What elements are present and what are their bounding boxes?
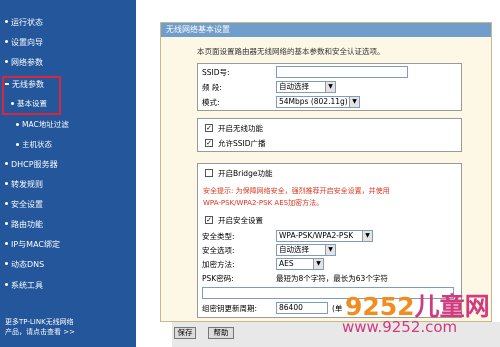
security-warning-line-2: WPA-PSK/WPA2-PSK AES加密方法。 bbox=[203, 199, 324, 207]
security-type-value: WPA-PSK/WPA2-PSK bbox=[279, 231, 354, 240]
sidebar-item-label: 设置向导 bbox=[11, 38, 43, 47]
bullet-icon bbox=[5, 60, 8, 63]
bullet-icon bbox=[5, 20, 8, 23]
encryption-label: 加密方法: bbox=[202, 260, 235, 269]
wireless-basic-settings-panel: 无线网络基本设置 本页面设置路由器无线网络的基本参数和安全认证选项。 SSID号… bbox=[160, 22, 492, 322]
group-key-renew-input[interactable]: 86400 bbox=[276, 302, 328, 314]
chevron-down-icon: ▼ bbox=[325, 82, 335, 92]
psk-hint: 最短为8个字符，最长为63个字符 bbox=[276, 274, 388, 283]
encryption-select[interactable]: AES ▼ bbox=[276, 258, 324, 270]
sidebar: 运行状态 设置向导 网络参数 无线参数 基本设置 MAC地址过滤 主机状态 DH… bbox=[0, 0, 136, 347]
mode-label: 模式: bbox=[202, 98, 220, 107]
bullet-icon bbox=[5, 242, 8, 245]
bullet-icon bbox=[5, 283, 8, 286]
security-warning-line-1: 安全提示: 为保障网络安全，强烈推荐开启安全设置，并使用 bbox=[203, 187, 390, 195]
group-key-renew-unit: (单 bbox=[332, 304, 343, 313]
group-key-renew-label: 组密钥更新周期: bbox=[202, 304, 258, 313]
ssid-broadcast-label: 允许SSID广播 bbox=[218, 139, 266, 148]
ssid-input[interactable] bbox=[276, 66, 408, 78]
sidebar-item-routing[interactable]: 路由功能 bbox=[5, 218, 43, 232]
selection-highlight bbox=[2, 76, 61, 115]
bullet-icon bbox=[5, 40, 8, 43]
enable-wireless-checkbox[interactable]: ✓ bbox=[205, 124, 213, 132]
sidebar-item-label: DHCP服务器 bbox=[11, 160, 58, 169]
sidebar-item-host-status[interactable]: 主机状态 bbox=[16, 138, 52, 152]
panel-title: 无线网络基本设置 bbox=[161, 23, 491, 37]
bullet-icon bbox=[5, 262, 8, 265]
ssid-broadcast-checkbox[interactable]: ✓ bbox=[205, 139, 213, 147]
sidebar-item-network[interactable]: 网络参数 bbox=[5, 56, 43, 70]
enable-security-checkbox[interactable]: ✓ bbox=[205, 216, 213, 224]
sidebar-item-label: 转发规则 bbox=[11, 180, 43, 189]
security-option-label: 安全选项: bbox=[202, 246, 235, 255]
help-button[interactable]: 帮助 bbox=[208, 327, 234, 339]
site-watermark-url: www.9252.com bbox=[342, 318, 458, 336]
enable-wireless-label: 开启无线功能 bbox=[218, 124, 263, 133]
bullet-icon bbox=[5, 182, 8, 185]
enable-security-label: 开启安全设置 bbox=[218, 216, 263, 225]
sidebar-item-setup-wizard[interactable]: 设置向导 bbox=[5, 36, 43, 50]
enable-bridge-checkbox[interactable] bbox=[205, 169, 213, 177]
sidebar-item-security[interactable]: 安全设置 bbox=[5, 198, 43, 212]
sidebar-promo-link[interactable]: 更多TP-LINK无线网络 产品，请点击查看 >> bbox=[5, 317, 133, 337]
sidebar-item-system-tools[interactable]: 系统工具 bbox=[5, 279, 43, 293]
enable-bridge-label: 开启Bridge功能 bbox=[218, 169, 273, 178]
bullet-icon bbox=[16, 122, 19, 126]
bullet-icon bbox=[5, 162, 8, 165]
sidebar-item-label: 网络参数 bbox=[11, 58, 43, 67]
security-option-value: 自动选择 bbox=[279, 245, 309, 254]
sidebar-item-status[interactable]: 运行状态 bbox=[5, 16, 43, 30]
sidebar-item-ip-mac-binding[interactable]: IP与MAC绑定 bbox=[5, 238, 60, 252]
bullet-icon bbox=[5, 222, 8, 225]
bullet-icon bbox=[16, 142, 19, 146]
chevron-down-icon: ▼ bbox=[362, 231, 372, 241]
sidebar-item-label: 路由功能 bbox=[11, 220, 43, 229]
mode-select[interactable]: 54Mbps (802.11g) ▼ bbox=[276, 96, 360, 108]
security-option-select[interactable]: 自动选择 ▼ bbox=[276, 244, 336, 256]
psk-label: PSK密码: bbox=[202, 274, 234, 283]
encryption-value: AES bbox=[279, 259, 294, 268]
sidebar-item-label: 运行状态 bbox=[11, 18, 43, 27]
channel-select-value: 自动选择 bbox=[279, 82, 309, 91]
panel-intro: 本页面设置路由器无线网络的基本参数和安全认证选项。 bbox=[197, 47, 385, 56]
watermark-suffix: 儿童网 bbox=[414, 292, 490, 321]
chevron-down-icon: ▼ bbox=[349, 97, 359, 107]
save-button[interactable]: 保存 bbox=[174, 327, 196, 339]
channel-label: 频 段: bbox=[202, 83, 222, 92]
basic-fields-box: SSID号: 频 段: 自动选择 ▼ 模式: 54Mbps (802.11g) … bbox=[197, 63, 462, 111]
sidebar-item-dhcp[interactable]: DHCP服务器 bbox=[5, 158, 58, 172]
sidebar-item-label: 主机状态 bbox=[22, 140, 52, 149]
watermark-digits: 9252 bbox=[345, 292, 415, 321]
promo-line-1: 更多TP-LINK无线网络 bbox=[5, 318, 74, 326]
sidebar-item-label: MAC地址过滤 bbox=[22, 120, 69, 129]
security-type-label: 安全类型: bbox=[202, 232, 235, 241]
bullet-icon bbox=[5, 202, 8, 205]
channel-select[interactable]: 自动选择 ▼ bbox=[276, 81, 336, 93]
sidebar-item-label: 系统工具 bbox=[11, 281, 43, 290]
wireless-toggles-box: ✓ 开启无线功能 ✓ 允许SSID广播 bbox=[197, 118, 462, 152]
sidebar-item-mac-filter[interactable]: MAC地址过滤 bbox=[16, 118, 69, 132]
security-type-select[interactable]: WPA-PSK/WPA2-PSK ▼ bbox=[276, 230, 373, 242]
ssid-label: SSID号: bbox=[202, 68, 230, 77]
mode-select-value: 54Mbps (802.11g) bbox=[279, 97, 348, 106]
chevron-down-icon: ▼ bbox=[313, 259, 323, 269]
promo-line-2: 产品，请点击查看 >> bbox=[5, 328, 75, 336]
chevron-down-icon: ▼ bbox=[325, 245, 335, 255]
sidebar-item-ddns[interactable]: 动态DNS bbox=[5, 258, 44, 272]
sidebar-item-label: 动态DNS bbox=[11, 260, 45, 269]
sidebar-item-forwarding[interactable]: 转发规则 bbox=[5, 178, 43, 192]
sidebar-item-label: 安全设置 bbox=[11, 200, 43, 209]
sidebar-item-label: IP与MAC绑定 bbox=[11, 240, 61, 249]
